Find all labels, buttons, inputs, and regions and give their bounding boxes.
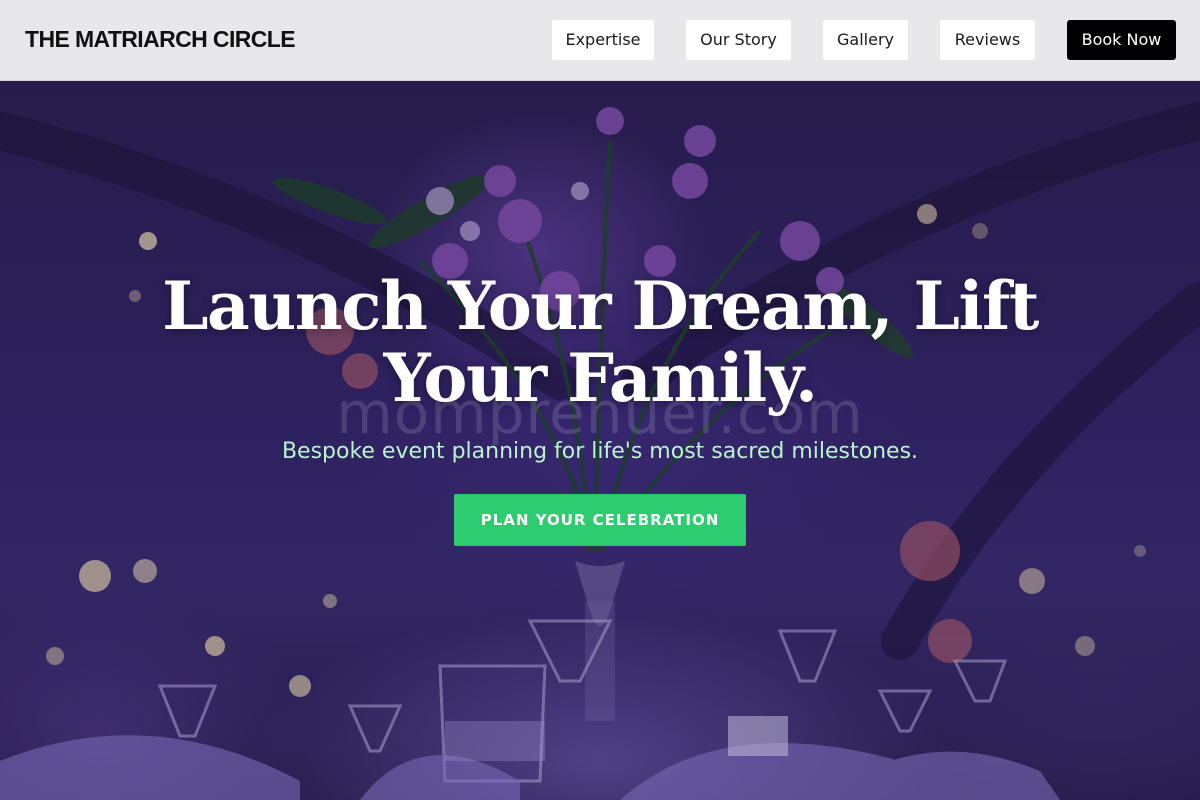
hero-heading-line-2: Your Family. [383,339,818,417]
landing-page: THE MATRIARCH CIRCLE Expertise Our Story… [0,0,1200,800]
brand-logo[interactable]: THE MATRIARCH CIRCLE [25,26,296,53]
nav-expertise-button[interactable]: Expertise [552,20,654,60]
hero-heading-line-1: Launch Your Dream, Lift [162,267,1039,345]
hero-subtitle: Bespoke event planning for life's most s… [281,439,919,464]
plan-celebration-button[interactable]: PLAN YOUR CELEBRATION [454,494,746,546]
book-now-button[interactable]: Book Now [1067,20,1176,60]
nav-gallery-button[interactable]: Gallery [823,20,908,60]
nav-reviews-button[interactable]: Reviews [940,20,1035,60]
hero-heading: Launch Your Dream, Lift Your Family. [150,270,1050,414]
site-header: THE MATRIARCH CIRCLE Expertise Our Story… [0,0,1200,81]
nav-our-story-button[interactable]: Our Story [686,20,791,60]
